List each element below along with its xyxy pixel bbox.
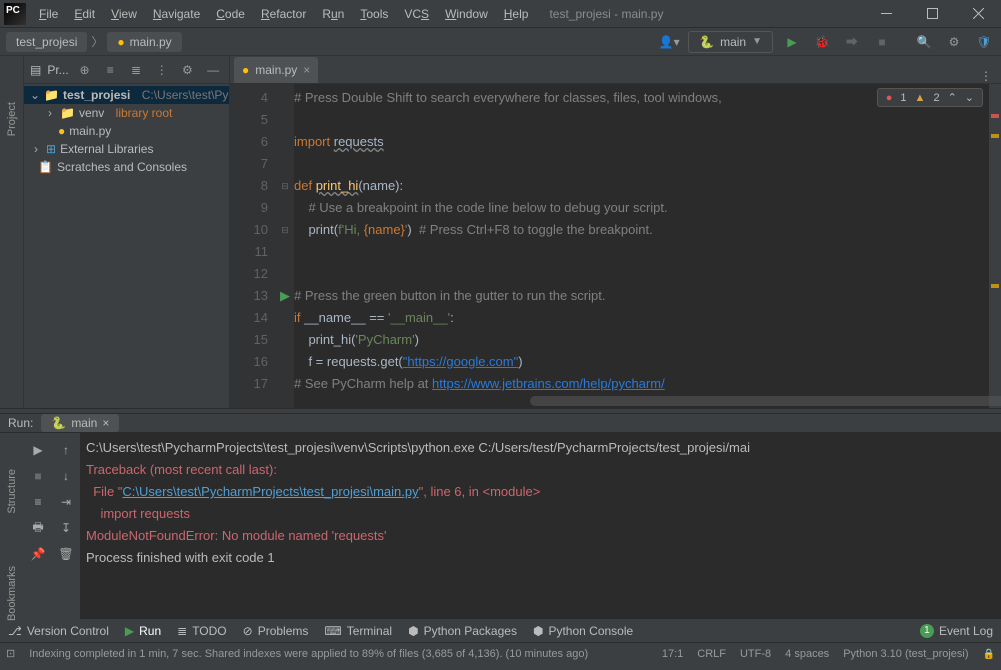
menu-edit[interactable]: Edit — [67, 3, 102, 25]
tree-scratches[interactable]: 📋 Scratches and Consoles — [24, 158, 229, 176]
status-message: Indexing completed in 1 min, 7 sec. Shar… — [29, 648, 648, 660]
run-panel-label: Run: — [8, 416, 33, 430]
run-configuration[interactable]: 🐍 main ▼ — [688, 31, 773, 53]
breadcrumb-file[interactable]: ●main.py — [107, 32, 181, 52]
run-toolbar: ▶ ↑ ■ ↓ ≡ ⇥ 🖶 ↧ 📌 🗑 — [24, 433, 80, 627]
tree-external-libs[interactable]: ›⊞ External Libraries — [24, 140, 229, 158]
python-file-icon: ● — [242, 63, 249, 77]
menu-run[interactable]: Run — [315, 3, 351, 25]
rerun-button[interactable]: ▶ — [24, 437, 52, 463]
minimize-button[interactable] — [863, 0, 909, 28]
run-tab[interactable]: 🐍 main × — [41, 414, 119, 432]
console-output[interactable]: C:\Users\test\PycharmProjects\test_proje… — [80, 433, 1001, 627]
app-icon — [4, 3, 26, 25]
indent[interactable]: 4 spaces — [785, 648, 829, 660]
python-icon: 🐍 — [51, 416, 66, 430]
error-stripe[interactable] — [989, 84, 1001, 408]
structure-tool-button[interactable]: Structure — [6, 463, 18, 520]
scroll-button[interactable]: ↧ — [52, 515, 80, 541]
run-button[interactable]: ▶ — [781, 31, 803, 53]
python-packages-tool[interactable]: ⬢Python Packages — [408, 624, 517, 638]
wrap-button[interactable]: ⇥ — [52, 489, 80, 515]
error-icon: ● — [886, 92, 893, 104]
python-icon: 🐍 — [699, 35, 714, 49]
menu-tools[interactable]: Tools — [353, 3, 395, 25]
debug-button[interactable]: 🐞 — [811, 31, 833, 53]
python-console-tool[interactable]: ⬢Python Console — [533, 624, 633, 638]
up-button[interactable]: ↑ — [52, 437, 80, 463]
stop-button[interactable]: ■ — [871, 31, 893, 53]
locate-icon[interactable]: ⊕ — [75, 59, 95, 81]
print-button[interactable]: 🖶 — [24, 515, 52, 541]
project-view-icon: ▤ — [30, 63, 41, 77]
line-separator[interactable]: CRLF — [697, 648, 726, 660]
menu-view[interactable]: View — [104, 3, 144, 25]
line-numbers: 45 67 89 1011 1213 1415 1617 — [230, 84, 276, 408]
menu-code[interactable]: Code — [209, 3, 252, 25]
chevron-down-icon: ▼ — [752, 36, 762, 47]
chevron-down-icon[interactable]: ⌄ — [965, 91, 974, 104]
layout-button[interactable]: ≡ — [24, 489, 52, 515]
line-column[interactable]: 17:1 — [662, 648, 683, 660]
menu-refactor[interactable]: Refactor — [254, 3, 313, 25]
maximize-button[interactable] — [909, 0, 955, 28]
menu-file[interactable]: File — [32, 3, 65, 25]
collapse-all-icon[interactable]: ≣ — [126, 59, 146, 81]
expand-all-icon[interactable]: ≡ — [100, 59, 120, 81]
problems-tool[interactable]: ⊘Problems — [243, 624, 309, 638]
coverage-button[interactable]: ⮕ — [841, 31, 863, 53]
project-tool-button[interactable]: Project — [6, 96, 18, 142]
gutter-run-icon[interactable]: ▶ — [276, 285, 294, 307]
warning-icon: ▲ — [915, 92, 926, 104]
breadcrumb: test_projesi 〉 ●main.py — [6, 32, 182, 52]
user-icon[interactable]: 👤▾ — [658, 31, 680, 53]
menu-window[interactable]: Window — [438, 3, 495, 25]
code-editor[interactable]: 45 67 89 1011 1213 1415 1617 ⊟⊟ ▶ # Pres… — [230, 84, 1001, 408]
editor-tab-main[interactable]: ● main.py × — [234, 57, 318, 83]
run-tool[interactable]: ▶Run — [125, 624, 161, 638]
pin-button[interactable]: 📌 — [24, 541, 52, 567]
search-everywhere-icon[interactable]: 🔍 — [913, 31, 935, 53]
inspection-summary[interactable]: ●1 ▲2 ⌃ ⌄ — [877, 88, 983, 107]
horizontal-scrollbar[interactable] — [530, 396, 1001, 406]
down-button[interactable]: ↓ — [52, 463, 80, 489]
menu-help[interactable]: Help — [497, 3, 536, 25]
lock-icon[interactable] — [983, 648, 995, 660]
todo-tool[interactable]: ≣TODO — [177, 624, 227, 638]
menu-navigate[interactable]: Navigate — [146, 3, 207, 25]
tree-main-file[interactable]: ●main.py — [24, 122, 229, 140]
tree-venv[interactable]: ›📁 venv library root — [24, 104, 229, 122]
shield-icon[interactable]: 🛡 — [973, 31, 995, 53]
panel-settings-icon[interactable]: ⚙ — [178, 59, 198, 81]
tree-root[interactable]: ⌄📁 test_projesi C:\Users\test\Pych — [24, 86, 229, 104]
chevron-right-icon: 〉 — [91, 33, 103, 50]
terminal-tool[interactable]: ⌨Terminal — [324, 624, 392, 638]
breadcrumb-project[interactable]: test_projesi — [6, 32, 87, 52]
project-panel: ▤ Pr... ⊕ ≡ ≣ ⋮ ⚙ — ⌄📁 test_projesi C:\U… — [24, 56, 230, 408]
traceback-file-link[interactable]: C:\Users\test\PycharmProjects\test_proje… — [122, 484, 418, 499]
tab-more-icon[interactable]: ⋮ — [980, 69, 993, 83]
close-window-button[interactable] — [955, 0, 1001, 28]
bookmarks-tool-button[interactable]: Bookmarks — [6, 560, 18, 627]
close-icon[interactable]: × — [102, 416, 109, 430]
trash-button[interactable]: 🗑 — [52, 541, 80, 567]
window-title: test_projesi - main.py — [549, 7, 663, 21]
version-control-tool[interactable]: ⎇Version Control — [8, 624, 109, 638]
main-menu: File Edit View Navigate Code Refactor Ru… — [32, 3, 535, 25]
event-log-tool[interactable]: 1Event Log — [920, 624, 993, 638]
settings-icon[interactable]: ⚙ — [943, 31, 965, 53]
encoding[interactable]: UTF-8 — [740, 648, 771, 660]
project-panel-title: Pr... — [47, 63, 68, 77]
gutter-icons: ⊟⊟ ▶ — [276, 84, 294, 408]
stop-button[interactable]: ■ — [24, 463, 52, 489]
chevron-up-icon[interactable]: ⌃ — [948, 91, 957, 104]
tool-window-icon[interactable]: ⊡ — [6, 647, 15, 660]
close-tab-icon[interactable]: × — [303, 63, 310, 77]
interpreter[interactable]: Python 3.10 (test_projesi) — [843, 648, 968, 660]
menu-vcs[interactable]: VCS — [397, 3, 436, 25]
hide-panel-icon[interactable]: — — [203, 59, 223, 81]
panel-more-icon[interactable]: ⋮ — [152, 59, 172, 81]
